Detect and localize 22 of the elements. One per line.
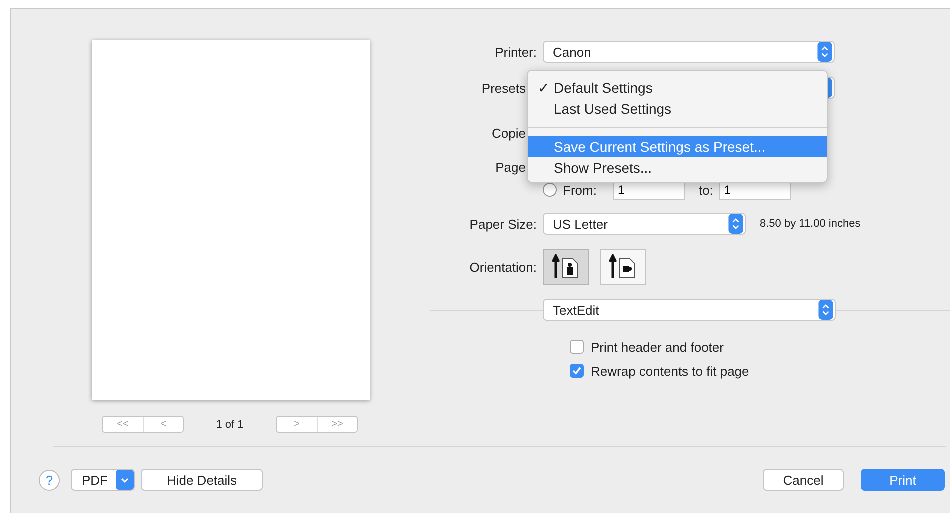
from-label: From: [563, 182, 597, 198]
paper-size-popup[interactable]: US Letter [543, 213, 746, 235]
menu-item[interactable]: Show Presets... [528, 157, 827, 178]
copies-label: Copie [491, 126, 527, 140]
orientation-label: Orientation: [468, 260, 537, 274]
pages-label: Page [494, 160, 527, 174]
to-label: to: [698, 182, 714, 198]
hide-details-button[interactable]: Hide Details [141, 469, 263, 491]
presets-label: Presets [480, 80, 527, 96]
menu-item[interactable]: ✓ Default Settings [528, 77, 827, 98]
paper-dimensions: 8.50 by 11.00 inches [760, 218, 861, 230]
option-label: Rewrap contents to fit page [591, 364, 750, 378]
menu-item[interactable]: Last Used Settings [528, 98, 827, 119]
app-section-popup[interactable]: TextEdit [543, 299, 836, 321]
paper-size-label: Paper Size: [468, 216, 537, 232]
printer-label: Printer: [494, 44, 537, 60]
printer-popup[interactable]: Canon [543, 41, 835, 63]
pdf-button[interactable]: PDF [71, 469, 135, 491]
page-count: 1 of 1 [215, 418, 245, 430]
option-label: Print header and footer [591, 340, 724, 354]
checkmark: ✓ [538, 80, 550, 96]
cancel-button[interactable]: Cancel [763, 469, 844, 491]
